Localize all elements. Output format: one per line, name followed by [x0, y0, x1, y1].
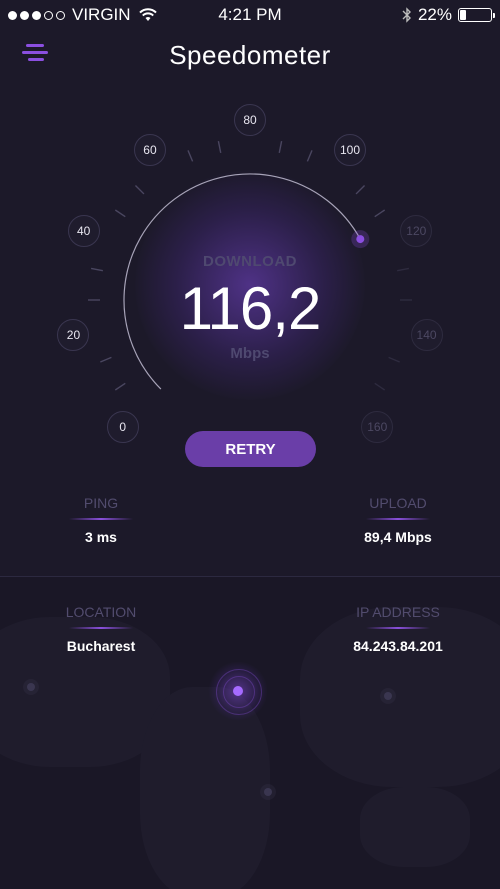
location-value: Bucharest — [66, 638, 136, 654]
gauge-tick — [355, 184, 366, 195]
ping-value: 3 ms — [85, 529, 117, 545]
ping-label: PING — [83, 495, 119, 511]
gauge-needle-glow — [351, 230, 370, 249]
map-landmass — [360, 787, 470, 867]
location-label: LOCATION — [65, 604, 137, 620]
download-label: DOWNLOAD — [203, 253, 297, 270]
upload-label: UPLOAD — [369, 495, 427, 511]
server-dot[interactable] — [384, 692, 392, 700]
ip-address-label: IP ADDRESS — [356, 604, 440, 620]
ip-address-value: 84.243.84.201 — [353, 638, 443, 654]
download-unit: Mbps — [230, 345, 270, 362]
gauge-tick — [217, 140, 222, 154]
gauge-scale-label: 40 — [67, 215, 100, 248]
upload-underline — [366, 518, 430, 520]
ip-address-underline — [366, 627, 430, 629]
gauge-tick — [374, 382, 386, 391]
location-underline — [69, 627, 133, 629]
map-landmass — [300, 607, 500, 787]
gauge-scale-label: 80 — [234, 104, 266, 136]
retry-button[interactable]: RETRY — [185, 431, 316, 467]
gauge-tick — [134, 184, 145, 195]
world-map — [0, 577, 500, 889]
server-dot[interactable] — [27, 683, 35, 691]
server-dot[interactable] — [264, 788, 272, 796]
upload-value: 89,4 Mbps — [364, 529, 432, 545]
download-value: 116,2 — [179, 275, 322, 342]
current-location-pin[interactable] — [233, 686, 243, 696]
gauge-tick — [306, 150, 313, 162]
ping-underline — [69, 518, 133, 520]
gauge-tick — [187, 150, 194, 162]
gauge-tick — [114, 209, 126, 218]
gauge-tick — [374, 209, 386, 218]
gauge-tick — [114, 382, 126, 391]
gauge-scale-label: 0 — [106, 411, 139, 444]
gauge-tick — [278, 140, 283, 154]
